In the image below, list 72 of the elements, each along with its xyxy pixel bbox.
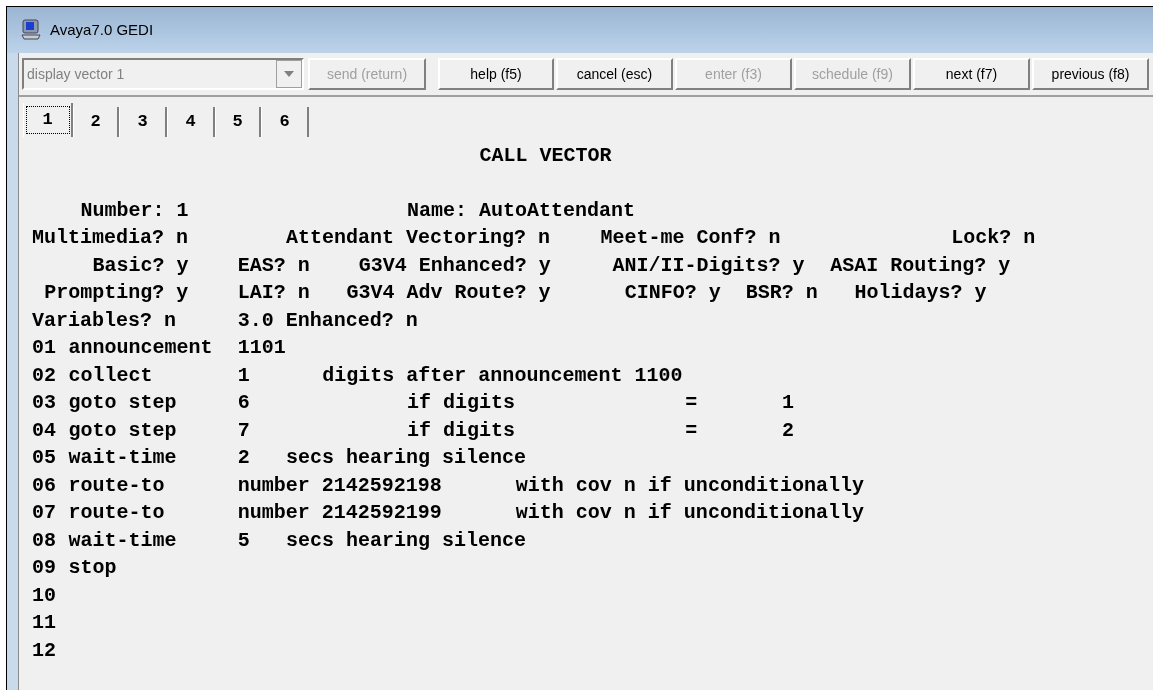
step-number: 09 — [32, 557, 57, 580]
step-argument: digits after announcement 1100 — [322, 364, 684, 387]
step-argument: 7 — [237, 419, 250, 442]
step-argument: if digits — [407, 392, 516, 415]
step-argument: with cov n if unconditionally — [515, 474, 865, 497]
field-label: Attendant Vectoring? n — [286, 227, 552, 250]
step-argument: 2 — [781, 419, 794, 442]
field-label: ANI/II-Digits? y — [612, 254, 806, 277]
window-title: Avaya7.0 GEDI — [50, 19, 154, 40]
tab[interactable]: 2 — [73, 107, 119, 137]
step-command: goto step — [68, 392, 178, 415]
field-label: Number: 1 — [80, 199, 190, 222]
step-command: wait-time — [68, 529, 178, 552]
step-number: 12 — [32, 639, 57, 662]
step-argument: 2 — [237, 447, 250, 470]
step-command: goto step — [68, 419, 178, 442]
field-label: BSR? n — [745, 282, 819, 305]
field-label: G3V4 Enhanced? y — [358, 254, 552, 277]
field-label: ASAI Routing? y — [830, 254, 1012, 277]
step-number: 11 — [32, 612, 57, 635]
field-label: Holidays? y — [854, 282, 988, 305]
step-number: 04 — [32, 419, 57, 442]
step-command: stop — [68, 557, 117, 580]
toolbar-button[interactable]: cancel (esc) — [556, 58, 673, 90]
step-number: 07 — [32, 502, 57, 525]
toolbar-button[interactable]: next (f7) — [913, 58, 1030, 90]
step-argument: 6 — [237, 392, 250, 415]
step-argument: number 2142592199 — [237, 502, 443, 525]
screen-heading: CALL VECTOR — [479, 144, 613, 167]
step-number: 08 — [32, 529, 57, 552]
step-command: collect — [68, 364, 154, 387]
step-argument: if digits — [407, 419, 516, 442]
toolbar-button[interactable]: previous (f8) — [1032, 58, 1149, 90]
step-command: route-to — [68, 474, 166, 497]
field-label: EAS? n — [237, 254, 311, 277]
tab[interactable]: 6 — [261, 107, 309, 137]
field-label: Meet-me Conf? n — [600, 227, 782, 250]
step-argument: = — [685, 392, 698, 415]
step-number: 02 — [32, 364, 57, 387]
step-command: announcement — [68, 337, 214, 360]
field-label: Variables? n — [32, 309, 178, 332]
field-label: LAI? n — [237, 282, 311, 305]
step-argument: 1 — [237, 364, 250, 387]
step-number: 05 — [32, 447, 57, 470]
step-argument: = — [685, 419, 698, 442]
step-argument: 1101 — [237, 337, 287, 360]
field-label: Basic? y — [92, 254, 190, 277]
tab[interactable]: 5 — [215, 107, 261, 137]
step-argument: with cov n if unconditionally — [515, 502, 865, 525]
step-argument: number 2142592198 — [237, 474, 443, 497]
toolbar-button[interactable]: help (f5) — [438, 58, 554, 90]
field-label: Prompting? y — [44, 282, 190, 305]
field-label: 3.0 Enhanced? n — [237, 309, 419, 332]
tab[interactable]: 3 — [119, 107, 167, 137]
tab[interactable]: 1 — [23, 103, 73, 137]
step-argument: secs hearing silence — [286, 447, 528, 470]
tab[interactable]: 4 — [167, 107, 215, 137]
step-argument: 1 — [781, 392, 794, 415]
step-command: route-to — [68, 502, 166, 525]
computer-icon — [20, 19, 42, 41]
field-label: Lock? n — [951, 227, 1036, 250]
step-number: 06 — [32, 474, 57, 497]
field-label: Multimedia? n — [32, 227, 190, 250]
field-label: CINFO? y — [624, 282, 722, 305]
field-label: G3V4 Adv Route? y — [346, 282, 552, 305]
step-number: 10 — [32, 584, 57, 607]
step-number: 01 — [32, 337, 57, 360]
step-argument: 5 — [237, 529, 250, 552]
step-number: 03 — [32, 392, 57, 415]
step-argument: secs hearing silence — [286, 529, 528, 552]
field-label: Name: AutoAttendant — [407, 199, 637, 222]
step-command: wait-time — [68, 447, 178, 470]
